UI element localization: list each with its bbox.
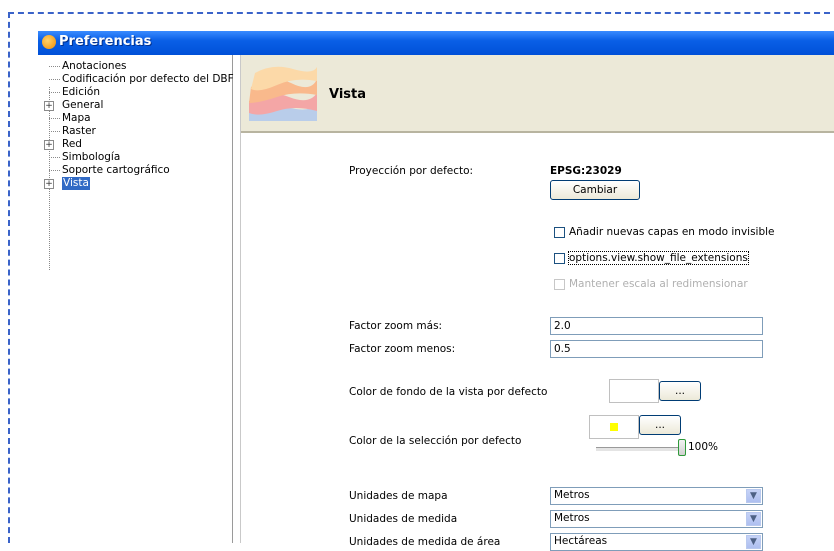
chevron-down-icon[interactable]: ▼ — [746, 535, 761, 549]
add-layers-invisible-checkbox[interactable] — [554, 227, 565, 238]
tree-item-label: Mapa — [62, 112, 91, 124]
keep-scale-label: Mantener escala al redimensionar — [569, 278, 748, 290]
selection-color-picker-button[interactable]: ... — [639, 415, 681, 435]
measure-units-label: Unidades de medida — [349, 513, 458, 525]
map-units-value: Metros — [554, 489, 590, 501]
expand-icon[interactable]: + — [44, 101, 54, 111]
area-units-label: Unidades de medida de área — [349, 536, 501, 548]
tree-item-label: Anotaciones — [62, 60, 127, 72]
map-units-label: Unidades de mapa — [349, 490, 448, 502]
layers-icon — [249, 66, 317, 121]
header-separator — [241, 131, 834, 133]
preferences-tree: Anotaciones Codificación por defecto del… — [38, 55, 234, 543]
chevron-down-icon[interactable]: ▼ — [746, 489, 761, 503]
alpha-percent-label: 100% — [688, 441, 719, 453]
tree-item-label: Vista — [62, 177, 90, 190]
selection-color-dot — [610, 423, 618, 431]
show-file-extensions-checkbox[interactable] — [554, 253, 565, 264]
tree-item-label: Simbología — [62, 151, 121, 163]
tree-item-label: General — [62, 99, 104, 111]
projection-value: EPSG:23029 — [550, 165, 622, 177]
selection-color-label: Color de la selección por defecto — [349, 435, 522, 447]
crop-border-top — [8, 12, 830, 14]
area-units-select[interactable]: Hectáreas ▼ — [550, 533, 763, 551]
zoom-in-input[interactable]: 2.0 — [550, 317, 763, 335]
zoom-in-label: Factor zoom más: — [349, 320, 443, 332]
app-icon — [42, 35, 56, 49]
add-layers-invisible-label: Añadir nuevas capas en modo invisible — [569, 226, 775, 238]
preferences-panel: Vista Proyección por defecto: EPSG:23029… — [240, 55, 834, 551]
tree-item-label: Soporte cartográfico — [62, 164, 170, 176]
crop-border-left — [8, 12, 10, 543]
show-file-extensions-label: options.view.show_file_extensions — [568, 251, 749, 265]
bg-color-swatch[interactable] — [609, 379, 659, 403]
panel-title: Vista — [329, 87, 367, 102]
map-units-select[interactable]: Metros ▼ — [550, 487, 763, 505]
zoom-out-label: Factor zoom menos: — [349, 343, 456, 355]
tree-item-label: Red — [62, 138, 82, 150]
chevron-down-icon[interactable]: ▼ — [746, 512, 761, 526]
window-title: Preferencias — [59, 34, 152, 49]
keep-scale-checkbox[interactable] — [554, 279, 565, 290]
bg-color-picker-button[interactable]: ... — [659, 381, 701, 401]
alpha-slider-track[interactable] — [596, 447, 678, 452]
selection-color-swatch[interactable] — [589, 415, 639, 439]
measure-units-select[interactable]: Metros ▼ — [550, 510, 763, 528]
area-units-value: Hectáreas — [554, 535, 608, 547]
zoom-out-input[interactable]: 0.5 — [550, 340, 763, 358]
measure-units-value: Metros — [554, 512, 590, 524]
bg-color-label: Color de fondo de la vista por defecto — [349, 386, 548, 398]
expand-icon[interactable]: + — [44, 179, 54, 189]
projection-label: Proyección por defecto: — [349, 165, 474, 177]
tree-item-label: Raster — [62, 125, 96, 137]
tree-item-label: Codificación por defecto del DBF — [62, 73, 234, 85]
panel-header: Vista — [241, 55, 834, 131]
preferences-window: Preferencias Anotaciones Codificación po… — [38, 31, 834, 551]
tree-item-label: Edición — [62, 86, 100, 98]
change-projection-button[interactable]: Cambiar — [550, 180, 640, 200]
title-bar[interactable]: Preferencias — [38, 31, 834, 55]
expand-icon[interactable]: + — [44, 140, 54, 150]
alpha-slider-thumb[interactable] — [678, 439, 686, 456]
